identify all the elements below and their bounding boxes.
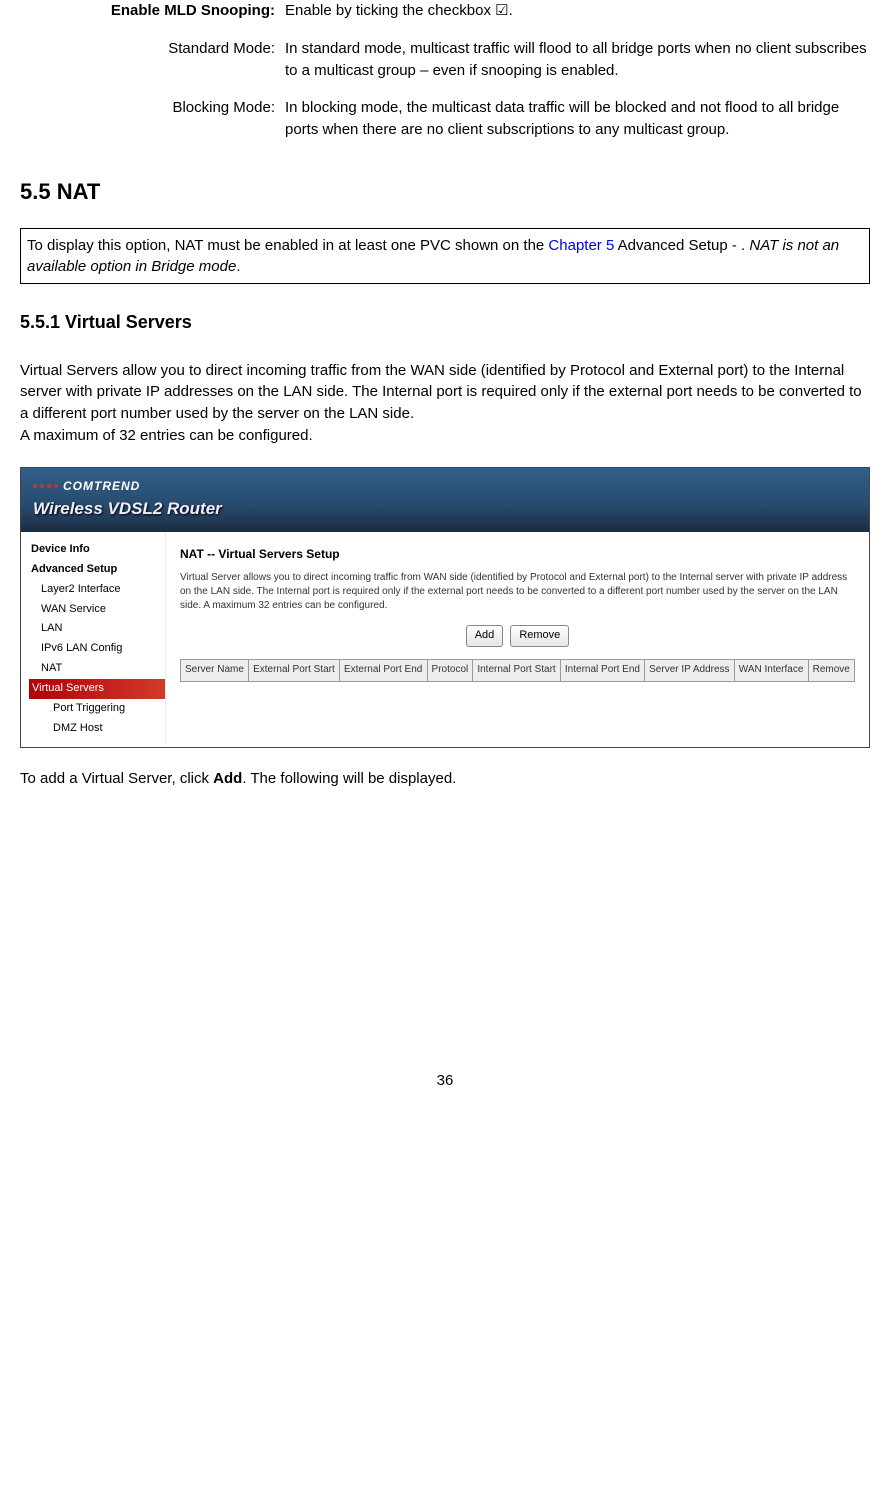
nav-port-triggering[interactable]: Port Triggering	[29, 699, 165, 719]
def-desc: In blocking mode, the multicast data tra…	[285, 97, 870, 141]
text: To add a Virtual Server, click	[20, 770, 213, 787]
def-row-blocking-mode: Blocking Mode: In blocking mode, the mul…	[20, 97, 870, 141]
note-text: Advanced Setup - .	[614, 237, 749, 254]
note-box: To display this option, NAT must be enab…	[20, 228, 870, 284]
col-protocol: Protocol	[427, 660, 473, 682]
screenshot-body: Device Info Advanced Setup Layer2 Interf…	[21, 532, 869, 747]
col-server-name: Server Name	[181, 660, 249, 682]
nav-dmz-host[interactable]: DMZ Host	[29, 719, 165, 739]
nav-advanced-setup[interactable]: Advanced Setup	[29, 560, 165, 580]
nav-ipv6-lan[interactable]: IPv6 LAN Config	[29, 639, 165, 659]
screenshot-header: COMTREND Wireless VDSL2 Router	[21, 468, 869, 532]
note-text: To display this option, NAT must be enab…	[27, 237, 548, 254]
brand-text: COMTREND	[63, 478, 140, 495]
col-remove: Remove	[808, 660, 854, 682]
add-bold: Add	[213, 770, 242, 787]
nav-layer2[interactable]: Layer2 Interface	[29, 580, 165, 600]
def-row-mld-snooping: Enable MLD Snooping: Enable by ticking t…	[20, 0, 870, 22]
page-number: 36	[20, 1070, 870, 1092]
screenshot-main-desc: Virtual Server allows you to direct inco…	[180, 571, 855, 613]
def-label: Blocking Mode:	[20, 97, 285, 141]
col-ext-port-end: External Port End	[339, 660, 427, 682]
definition-list: Enable MLD Snooping: Enable by ticking t…	[20, 0, 870, 141]
product-text: Wireless VDSL2 Router	[33, 497, 222, 522]
paragraph-add-instruction: To add a Virtual Server, click Add. The …	[20, 768, 870, 790]
logo-block: COMTREND Wireless VDSL2 Router	[33, 478, 222, 522]
col-wan-interface: WAN Interface	[734, 660, 808, 682]
col-int-port-end: Internal Port End	[560, 660, 644, 682]
paragraph: Virtual Servers allow you to direct inco…	[20, 360, 870, 447]
note-text: .	[236, 258, 240, 275]
def-desc: In standard mode, multicast traffic will…	[285, 38, 870, 82]
col-int-port-start: Internal Port Start	[473, 660, 561, 682]
logo-dots-icon	[33, 484, 58, 488]
col-ext-port-start: External Port Start	[249, 660, 340, 682]
screenshot-main-title: NAT -- Virtual Servers Setup	[180, 546, 855, 563]
remove-button[interactable]: Remove	[510, 625, 569, 647]
nav-device-info[interactable]: Device Info	[29, 540, 165, 560]
def-row-standard-mode: Standard Mode: In standard mode, multica…	[20, 38, 870, 82]
screenshot-buttons: Add Remove	[180, 625, 855, 647]
router-screenshot: COMTREND Wireless VDSL2 Router Device In…	[20, 467, 870, 748]
note-link[interactable]: Chapter 5	[548, 237, 614, 254]
def-label: Enable MLD Snooping:	[20, 0, 285, 22]
heading-virtual-servers: 5.5.1 Virtual Servers	[20, 309, 870, 335]
text: . The following will be displayed.	[242, 770, 456, 787]
brand-row: COMTREND	[33, 478, 222, 495]
screenshot-main: NAT -- Virtual Servers Setup Virtual Ser…	[166, 532, 869, 747]
nav-virtual-servers[interactable]: Virtual Servers	[29, 679, 165, 699]
def-label: Standard Mode:	[20, 38, 285, 82]
heading-nat: 5.5 NAT	[20, 176, 870, 208]
nav-lan[interactable]: LAN	[29, 619, 165, 639]
virtual-servers-table: Server Name External Port Start External…	[180, 659, 855, 682]
add-button[interactable]: Add	[466, 625, 504, 647]
sidebar-nav: Device Info Advanced Setup Layer2 Interf…	[21, 532, 166, 747]
nav-wan-service[interactable]: WAN Service	[29, 600, 165, 620]
col-server-ip: Server IP Address	[645, 660, 735, 682]
table-header-row: Server Name External Port Start External…	[181, 660, 855, 682]
nav-nat[interactable]: NAT	[29, 659, 165, 679]
def-desc: Enable by ticking the checkbox ☑.	[285, 0, 870, 22]
